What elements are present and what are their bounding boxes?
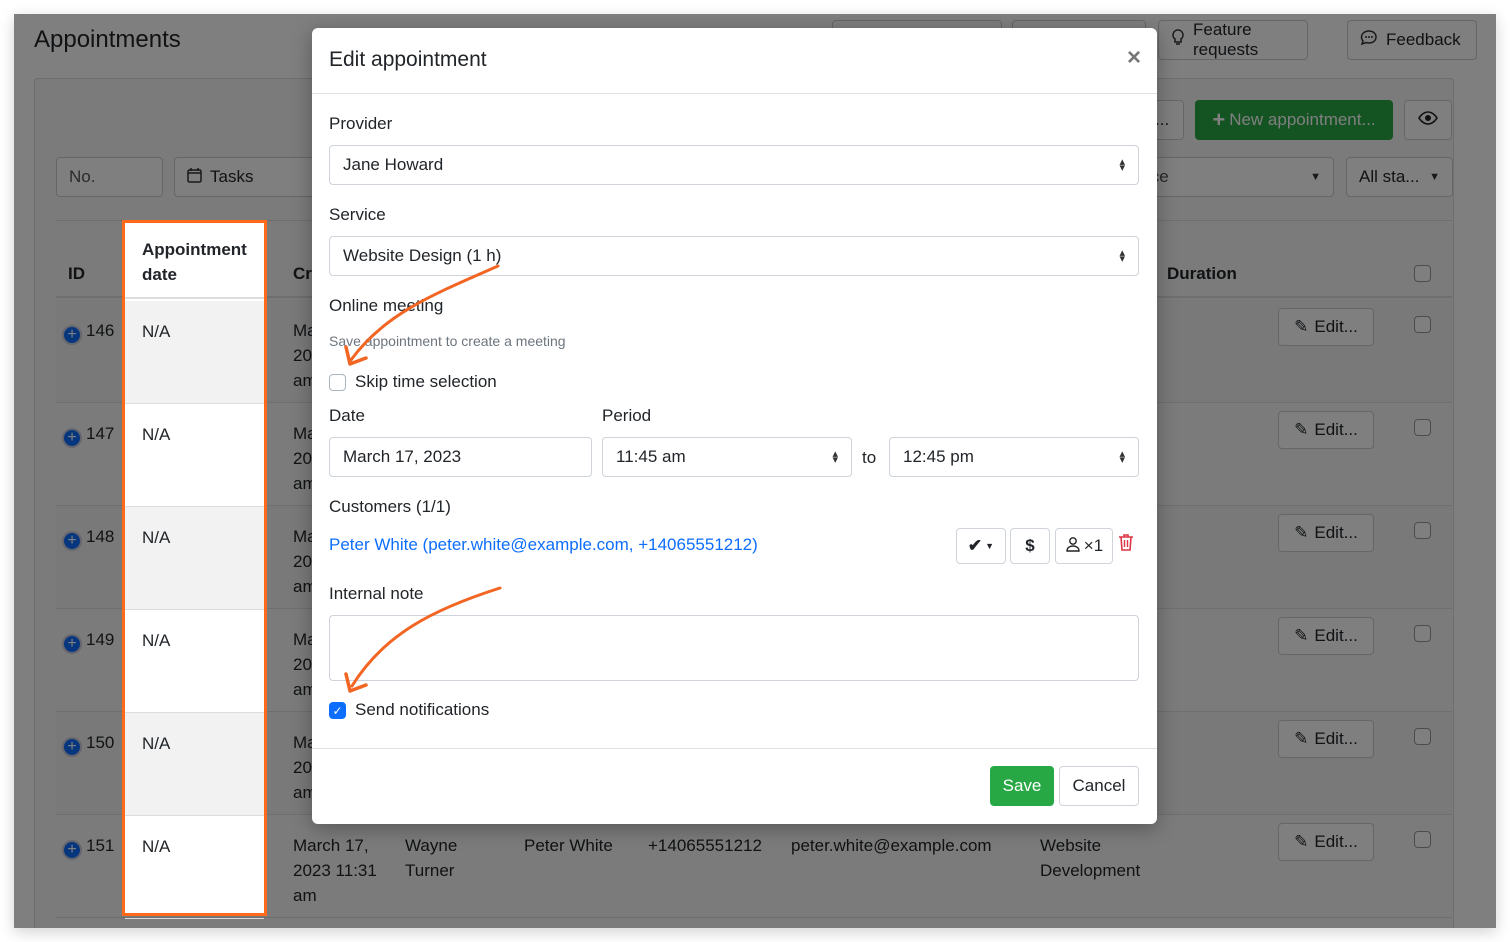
select-arrows-icon: ▴ ▾	[1119, 247, 1125, 265]
online-meeting-label: Online meeting	[329, 296, 444, 315]
appointment-date-cell: N/A	[125, 301, 264, 404]
caret-down-icon: ▼	[985, 541, 995, 551]
date-value: March 17, 2023	[343, 447, 462, 466]
customers-label: Customers (1/1)	[329, 497, 451, 516]
provider-value: Jane Howard	[343, 155, 444, 174]
provider-select[interactable]: Jane Howard ▴ ▾	[329, 145, 1139, 185]
header-line: date	[142, 265, 177, 284]
appointment-date-value: N/A	[142, 631, 171, 650]
select-arrows-icon: ▴ ▾	[1119, 156, 1125, 174]
send-notifications-checkbox[interactable]: ✓	[329, 702, 346, 719]
service-label: Service	[329, 205, 386, 224]
appointment-date-value: N/A	[142, 425, 171, 444]
save-button[interactable]: Save	[990, 766, 1054, 806]
date-label: Date	[329, 406, 365, 425]
provider-label: Provider	[329, 114, 393, 133]
close-icon[interactable]: ×	[1127, 46, 1141, 70]
internal-note-textarea[interactable]	[329, 615, 1139, 681]
appointment-date-cell: N/A	[125, 713, 264, 816]
online-meeting-hint: Save appointment to create a meeting	[329, 333, 566, 349]
period-to-value: 12:45 pm	[903, 447, 974, 466]
period-from-select[interactable]: 11:45 am ▴ ▾	[602, 437, 852, 477]
appointment-date-value: N/A	[142, 528, 171, 547]
service-select[interactable]: Website Design (1 h) ▴ ▾	[329, 236, 1139, 276]
header-appointment-date-label: Appointment date	[142, 237, 247, 287]
appointment-date-value: N/A	[142, 734, 171, 753]
header-line: Appointment	[142, 240, 247, 259]
dollar-icon: $	[1025, 536, 1035, 555]
date-input[interactable]: March 17, 2023	[329, 437, 592, 477]
service-value: Website Design (1 h)	[343, 246, 502, 265]
period-from-value: 11:45 am	[616, 447, 686, 466]
app-frame: Appointments Feature requests Feedback .…	[14, 14, 1496, 928]
appointment-date-cell: N/A	[125, 816, 264, 919]
period-separator: to	[862, 448, 877, 467]
select-arrows-icon: ▴ ▾	[1119, 448, 1125, 466]
customer-link[interactable]: Peter White (peter.white@example.com, +1…	[329, 535, 758, 555]
appointment-date-cell: N/A	[125, 404, 264, 507]
select-arrows-icon: ▴ ▾	[832, 448, 838, 466]
customer-count-label: ×1	[1083, 536, 1104, 555]
appointment-date-column-highlight: Appointment date N/A N/A N/A N/A N/A N/A	[122, 220, 267, 919]
user-icon	[1065, 536, 1081, 557]
appointment-date-value: N/A	[142, 322, 171, 341]
appointment-date-cell: N/A	[125, 610, 264, 713]
customer-status-dropdown[interactable]: ✔ ▼	[956, 528, 1006, 564]
cancel-button[interactable]: Cancel	[1059, 766, 1139, 806]
period-to-select[interactable]: 12:45 pm ▴ ▾	[889, 437, 1139, 477]
send-notifications-label[interactable]: Send notifications	[355, 700, 489, 720]
check-icon: ✔	[967, 536, 983, 555]
period-label: Period	[602, 406, 652, 425]
modal-header: Edit appointment ×	[312, 28, 1157, 94]
skip-time-checkbox[interactable]	[329, 374, 346, 391]
internal-note-label: Internal note	[329, 584, 424, 603]
appointment-date-cell: N/A	[125, 507, 264, 610]
skip-time-label[interactable]: Skip time selection	[355, 372, 497, 392]
trash-icon[interactable]	[1118, 533, 1134, 556]
header-appointment-date[interactable]: Appointment date	[125, 223, 264, 299]
appointment-date-value: N/A	[142, 837, 171, 856]
customer-payment-button[interactable]: $	[1010, 528, 1050, 564]
edit-appointment-modal: Edit appointment × Provider Jane Howard …	[312, 28, 1157, 824]
modal-title: Edit appointment	[329, 48, 487, 71]
customer-count-button[interactable]: ×1	[1055, 528, 1113, 564]
